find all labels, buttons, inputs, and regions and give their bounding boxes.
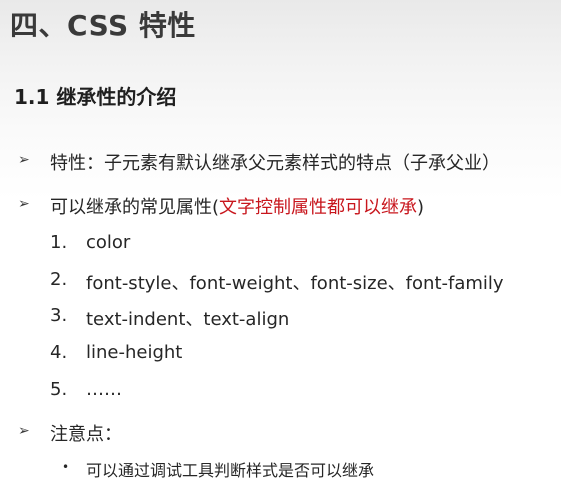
bullet-suffix: ) — [417, 197, 425, 218]
bullet-highlight: 文字控制属性都可以继承 — [219, 197, 418, 218]
list-number: 5. — [50, 379, 68, 400]
list-number: 1. — [50, 232, 68, 253]
list-item: 3. text-indent、text-align — [0, 305, 561, 330]
arrow-bullet-icon: ➢ — [18, 152, 30, 168]
arrow-bullet-icon: ➢ — [18, 196, 30, 212]
list-text: color — [86, 232, 131, 253]
note-text: 可以通过调试工具判断样式是否可以继承 — [86, 461, 375, 480]
list-item: 4. line-height — [0, 342, 561, 366]
list-text: text-indent、text-align — [86, 309, 290, 330]
list-item: 2. font-style、font-weight、font-size、font… — [0, 269, 561, 294]
bullet-item-feature: ➢ 特性：子元素有默认继承父元素样式的特点（子承父业） — [0, 149, 561, 175]
list-number: 3. — [50, 305, 68, 326]
bullet-item-inheritable: ➢ 可以继承的常见属性(文字控制属性都可以继承) — [0, 193, 561, 219]
note-sub-item: • 可以通过调试工具判断样式是否可以继承 — [0, 457, 561, 481]
list-item: 1. color — [0, 232, 561, 256]
list-text: line-height — [86, 342, 183, 363]
section-subtitle: 1.1 继承性的介绍 — [14, 85, 177, 109]
slide-title: 四、CSS 特性 — [10, 9, 196, 42]
arrow-bullet-icon: ➢ — [18, 423, 30, 439]
dot-bullet-icon: • — [62, 460, 70, 474]
list-number: 2. — [50, 269, 68, 290]
list-number: 4. — [50, 342, 68, 363]
note-label: 注意点： — [50, 424, 122, 445]
bullet-prefix: 可以继承的常见属性( — [50, 197, 220, 218]
slide: 四、CSS 特性 1.1 继承性的介绍 ➢ 特性：子元素有默认继承父元素样式的特… — [0, 0, 561, 493]
bullet-item-note: ➢ 注意点： — [0, 420, 561, 446]
list-item: 5. …… — [0, 379, 561, 403]
list-text: …… — [86, 379, 122, 400]
list-text: font-style、font-weight、font-size、font-fa… — [86, 273, 504, 294]
bullet-text: 可以继承的常见属性(文字控制属性都可以继承) — [50, 193, 424, 219]
bullet-text: 特性：子元素有默认继承父元素样式的特点（子承父业） — [50, 153, 500, 174]
